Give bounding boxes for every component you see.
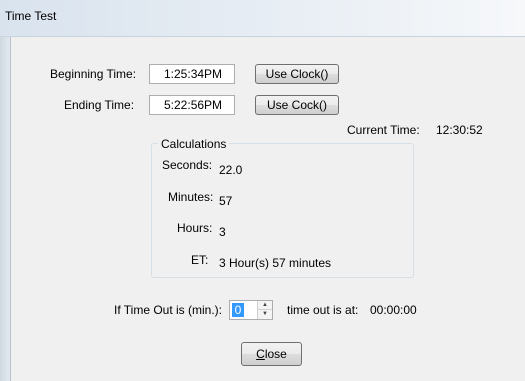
ending-time-label: Ending Time: xyxy=(64,98,135,112)
timeout-label: If Time Out is (min.): xyxy=(114,303,223,317)
spinner-arrows: ▲ ▼ xyxy=(257,301,272,319)
seconds-value: 22.0 xyxy=(219,163,243,177)
close-label-rest: lose xyxy=(264,347,287,361)
timeout-spinner[interactable]: 0 ▲ ▼ xyxy=(229,300,273,320)
time-test-window: Time Test Beginning Time: 1:25:34PM Use … xyxy=(0,0,525,381)
window-frame-left xyxy=(0,37,10,381)
hours-value: 3 xyxy=(219,225,226,239)
use-clock-button[interactable]: Use Clock() xyxy=(255,64,339,84)
seconds-label: Seconds: xyxy=(162,158,213,172)
close-accelerator: C xyxy=(256,347,265,361)
window-title: Time Test xyxy=(5,9,57,23)
spinner-down-icon[interactable]: ▼ xyxy=(258,310,272,319)
use-cock-button[interactable]: Use Cock() xyxy=(255,95,339,115)
et-value: 3 Hour(s) 57 minutes xyxy=(219,256,332,270)
timeout-spinner-value[interactable]: 0 xyxy=(232,303,244,317)
ending-time-field[interactable]: 5:22:56PM xyxy=(149,95,235,115)
beginning-time-label: Beginning Time: xyxy=(50,67,137,81)
et-label: ET: xyxy=(191,253,209,267)
calculations-group-title: Calculations xyxy=(158,137,230,151)
title-bar[interactable]: Time Test xyxy=(0,0,525,37)
spinner-up-icon[interactable]: ▲ xyxy=(258,301,272,310)
current-time-label: Current Time: xyxy=(347,123,420,137)
minutes-label: Minutes: xyxy=(168,190,214,204)
timeout-result-label: time out is at: xyxy=(287,303,359,317)
beginning-time-field[interactable]: 1:25:34PM xyxy=(149,64,235,84)
close-button[interactable]: Close xyxy=(241,342,302,366)
current-time-value: 12:30:52 xyxy=(436,123,483,137)
minutes-value: 57 xyxy=(219,194,233,208)
timeout-result-value: 00:00:00 xyxy=(370,303,417,317)
hours-label: Hours: xyxy=(177,221,213,235)
